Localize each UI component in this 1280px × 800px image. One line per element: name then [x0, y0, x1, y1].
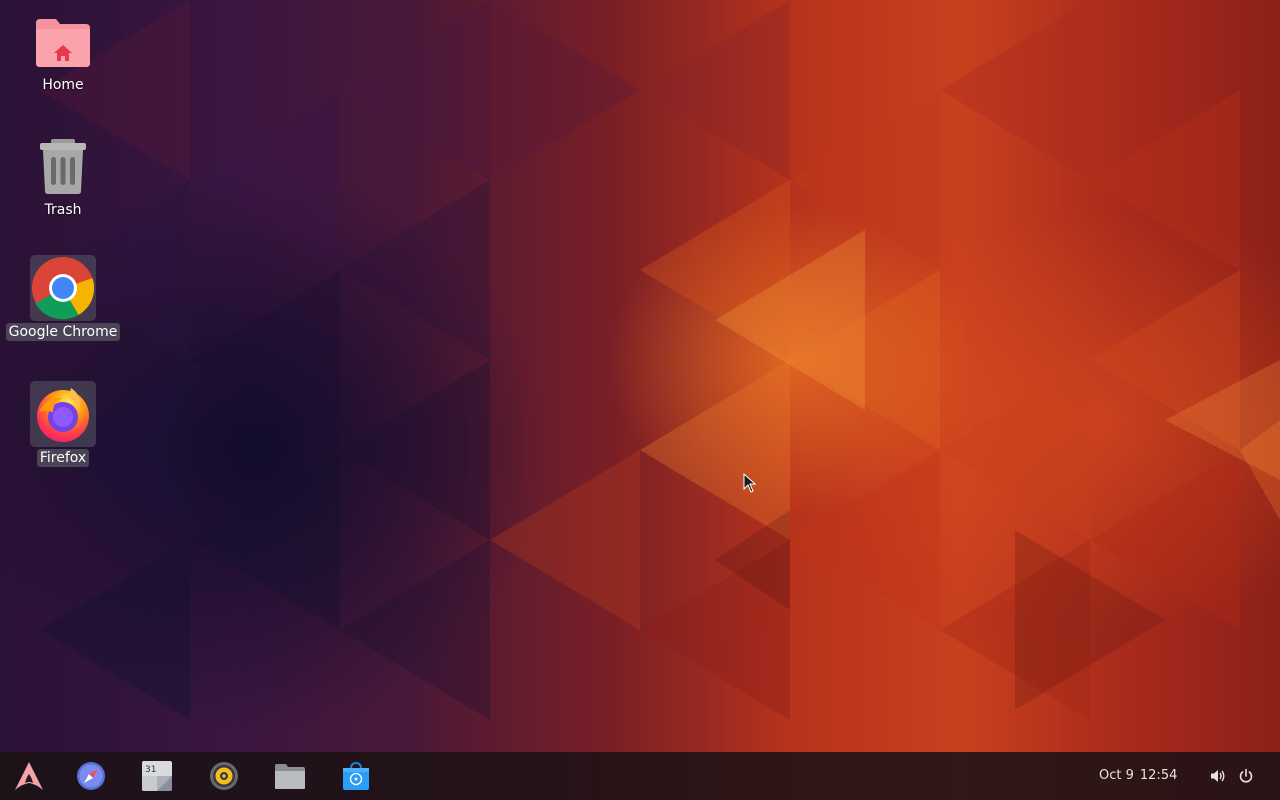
- taskbar-software-store[interactable]: [340, 760, 372, 792]
- trash-icon: [30, 133, 96, 199]
- desktop-icon-google-chrome[interactable]: Google Chrome: [5, 255, 121, 341]
- desktop-icon-label: Google Chrome: [5, 323, 121, 341]
- taskbar-web-browser[interactable]: [75, 760, 107, 792]
- firefox-icon: [30, 381, 96, 447]
- chrome-icon: [30, 255, 96, 321]
- desktop-icon-trash[interactable]: Trash: [8, 133, 118, 219]
- taskbar-music[interactable]: [208, 760, 240, 792]
- calendar-icon: 31: [142, 761, 172, 791]
- desktop-icon-label: Trash: [44, 202, 82, 218]
- desktop-icon-label: Home: [42, 77, 84, 93]
- desktop-icon-label: Firefox: [36, 449, 90, 467]
- taskbar: 31 Oct 9 12:54: [0, 752, 1280, 800]
- power-icon: [1239, 768, 1253, 783]
- folder-icon: [275, 764, 305, 789]
- calendar-day: 31: [145, 765, 156, 775]
- volume-icon: [1211, 770, 1225, 782]
- clock-date: Oct 9: [1099, 768, 1134, 783]
- taskbar-calendar[interactable]: 31: [141, 760, 173, 792]
- wallpaper: [40, 0, 1280, 720]
- arch-logo-icon: [15, 762, 43, 790]
- taskbar-files[interactable]: [274, 760, 306, 792]
- taskbar-app-menu[interactable]: [13, 760, 45, 792]
- speaker-music-icon: [210, 762, 238, 790]
- home-folder-icon: [30, 8, 96, 74]
- power-button[interactable]: [1237, 766, 1255, 786]
- desktop-icon-home[interactable]: Home: [8, 8, 118, 94]
- clock-time: 12:54: [1139, 768, 1178, 783]
- desktop-icon-firefox[interactable]: Firefox: [8, 381, 118, 467]
- mouse-cursor-icon: [743, 473, 757, 493]
- compass-icon: [77, 762, 105, 790]
- desktop[interactable]: Home Trash Google Chrome Firefox 31 Oct …: [0, 0, 1280, 800]
- volume-button[interactable]: [1209, 766, 1227, 786]
- store-bag-icon: [343, 761, 369, 790]
- clock[interactable]: Oct 9 12:54: [1099, 768, 1177, 783]
